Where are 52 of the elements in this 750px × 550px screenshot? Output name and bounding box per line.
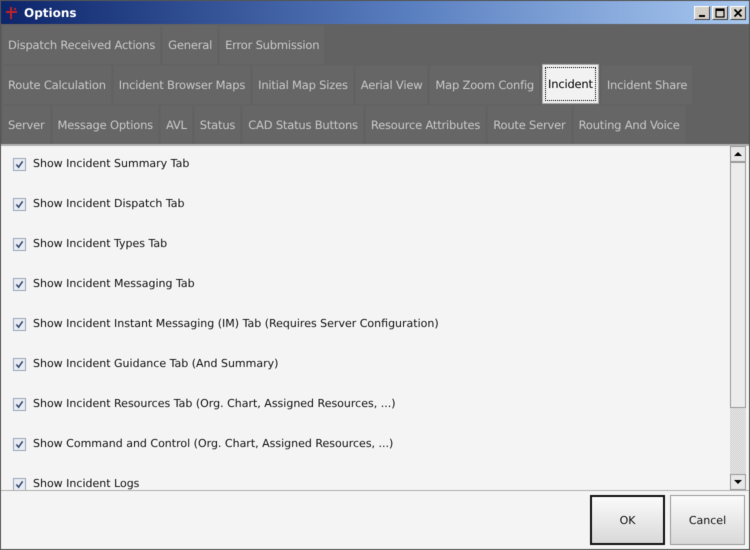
close-button[interactable]	[730, 6, 746, 20]
tab[interactable]: Error Submission	[220, 26, 324, 64]
option-label: Show Incident Types Tab	[33, 237, 168, 250]
tab[interactable]: AVL	[160, 106, 192, 144]
scroll-down-button[interactable]	[730, 474, 746, 490]
maximize-icon	[715, 8, 725, 18]
down-arrow-icon	[734, 478, 742, 486]
tab[interactable]: Message Options	[52, 106, 158, 144]
tab[interactable]: Server	[3, 106, 50, 144]
tab[interactable]: Dispatch Received Actions	[3, 26, 160, 64]
option-label: Show Incident Guidance Tab (And Summary)	[33, 357, 278, 370]
checkbox[interactable]	[13, 478, 26, 490]
checkbox[interactable]	[13, 238, 26, 251]
tab[interactable]: Incident Share	[602, 66, 692, 104]
tab[interactable]: Route Server	[488, 106, 571, 144]
checkbox[interactable]	[13, 278, 26, 291]
tab[interactable]: Initial Map Sizes	[253, 66, 353, 104]
option-label: Show Incident Instant Messaging (IM) Tab (Requires Server Configuration)	[33, 317, 439, 330]
window-title: Options	[24, 6, 78, 20]
minimize-button[interactable]	[694, 6, 710, 20]
checkbox[interactable]	[13, 358, 26, 371]
checkbox[interactable]	[13, 158, 26, 171]
checkbox[interactable]	[13, 198, 26, 211]
tab[interactable]: Map Zoom Config	[430, 66, 540, 104]
option-label: Show Incident Logs	[33, 477, 140, 490]
option-label: Show Incident Messaging Tab	[33, 277, 195, 290]
tab[interactable]: General	[163, 26, 218, 64]
option-label: Show Incident Dispatch Tab	[33, 197, 184, 210]
tab[interactable]: Status	[194, 106, 240, 144]
close-icon	[733, 8, 743, 18]
maximize-button[interactable]	[712, 6, 728, 20]
checkbox[interactable]	[13, 398, 26, 411]
tab[interactable]: Route Calculation	[3, 66, 111, 104]
option-label: Show Incident Summary Tab	[33, 157, 190, 170]
tab[interactable]: Incident Browser Maps	[114, 66, 250, 104]
scroll-up-button[interactable]	[730, 146, 746, 162]
scroll-thumb[interactable]	[730, 162, 746, 408]
checkbox[interactable]	[13, 318, 26, 331]
dialog-button[interactable]: Cancel	[670, 495, 745, 545]
tab[interactable]: Incident	[542, 64, 599, 104]
tab[interactable]: Routing And Voice	[574, 106, 685, 144]
option-label: Show Incident Resources Tab (Org. Chart, Assigned Resources, ...)	[33, 397, 396, 410]
dialog-button[interactable]: OK	[590, 495, 665, 545]
cross-icon	[5, 6, 19, 20]
up-arrow-icon	[734, 150, 742, 158]
option-label: Show Command and Control (Org. Chart, Assigned Resources, ...)	[33, 437, 394, 450]
checkbox[interactable]	[13, 438, 26, 451]
scrollbar[interactable]	[730, 146, 746, 490]
tab[interactable]: Resource Attributes	[366, 106, 486, 144]
tab[interactable]: CAD Status Buttons	[243, 106, 363, 144]
minimize-icon	[699, 14, 705, 16]
tab[interactable]: Aerial View	[356, 66, 428, 104]
